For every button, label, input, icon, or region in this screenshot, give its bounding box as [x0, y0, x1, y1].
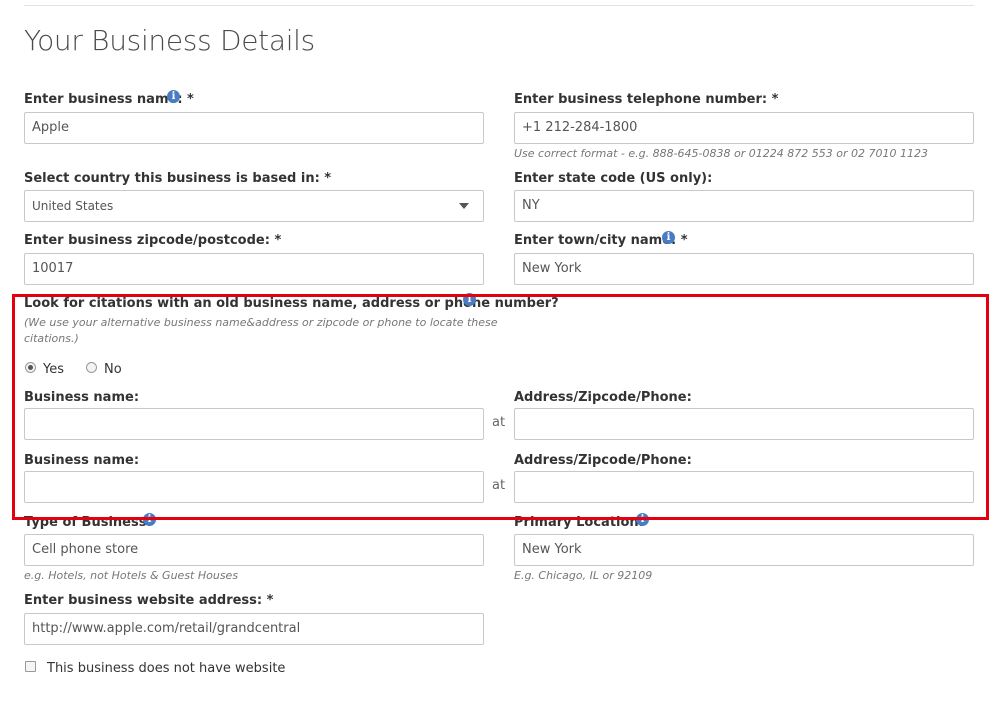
- page-title: Your Business Details: [24, 24, 315, 57]
- state-label: Enter state code (US only):: [514, 171, 713, 186]
- zipcode-input[interactable]: 10017: [24, 253, 484, 285]
- phone-hint: Use correct format - e.g. 888-645-0838 o…: [514, 147, 928, 160]
- info-icon[interactable]: i: [167, 90, 180, 103]
- country-label: Select country this business is based in…: [24, 171, 332, 186]
- citations-highlight-box: [12, 294, 989, 520]
- country-select-value: United States: [32, 199, 114, 213]
- info-icon[interactable]: i: [662, 231, 675, 244]
- business-name-input[interactable]: Apple: [24, 112, 484, 144]
- top-divider: [24, 5, 974, 6]
- city-input[interactable]: New York: [514, 253, 974, 285]
- type-of-business-input[interactable]: Cell phone store: [24, 534, 484, 566]
- phone-input[interactable]: +1 212-284-1800: [514, 112, 974, 144]
- zipcode-label: Enter business zipcode/postcode: *: [24, 233, 282, 248]
- chevron-down-icon: [459, 203, 469, 209]
- type-of-business-hint: e.g. Hotels, not Hotels & Guest Houses: [24, 569, 239, 582]
- phone-label: Enter business telephone number: *: [514, 92, 779, 107]
- website-input[interactable]: http://www.apple.com/retail/grandcentral: [24, 613, 484, 645]
- primary-location-input[interactable]: New York: [514, 534, 974, 566]
- no-website-checkbox[interactable]: [25, 661, 36, 672]
- website-label: Enter business website address: *: [24, 593, 274, 608]
- state-input[interactable]: NY: [514, 190, 974, 222]
- primary-location-hint: E.g. Chicago, IL or 92109: [514, 569, 653, 582]
- country-select[interactable]: United States: [24, 190, 484, 222]
- no-website-label: This business does not have website: [47, 661, 286, 676]
